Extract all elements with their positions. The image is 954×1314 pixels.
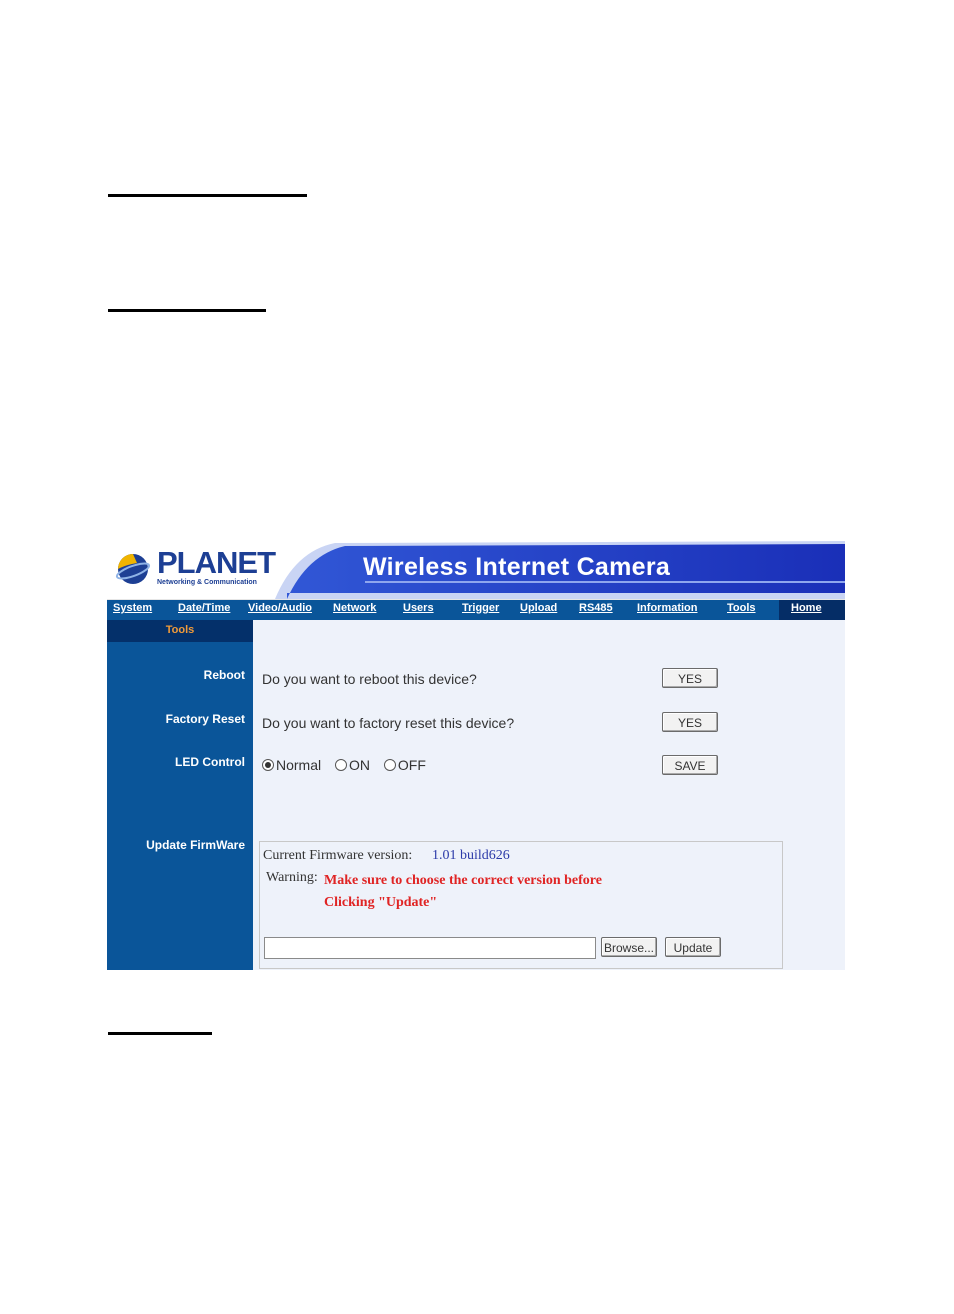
factory-reset-question: Do you want to factory reset this device… bbox=[262, 715, 515, 731]
firmware-update-panel: Current Firmware version: 1.01 build626 … bbox=[259, 841, 783, 969]
sidebar-label-led-control: LED Control bbox=[175, 755, 245, 769]
main-nav: System Date/Time Video/Audio Network Use… bbox=[107, 599, 845, 620]
sidebar: Tools Reboot Factory Reset LED Control U… bbox=[107, 620, 253, 970]
planet-logo-icon bbox=[115, 554, 151, 584]
sidebar-label-factory-reset: Factory Reset bbox=[165, 712, 245, 726]
led-radio-off-label: OFF bbox=[397, 757, 426, 773]
logo-text: PLANET bbox=[157, 545, 276, 580]
nav-network[interactable]: Network bbox=[333, 602, 376, 614]
browse-button[interactable]: Browse... bbox=[601, 937, 657, 957]
led-radio-normal[interactable] bbox=[262, 759, 274, 771]
nav-tools[interactable]: Tools bbox=[727, 602, 756, 614]
firmware-warning-text: Make sure to choose the correct version … bbox=[324, 870, 664, 914]
nav-video-audio[interactable]: Video/Audio bbox=[248, 602, 312, 614]
reboot-question: Do you want to reboot this device? bbox=[262, 671, 477, 687]
logo-subtitle: Networking & Communication bbox=[157, 579, 257, 586]
led-radio-normal-label: Normal bbox=[276, 757, 322, 773]
factory-reset-yes-button[interactable]: YES bbox=[662, 712, 718, 732]
led-radio-on-label: ON bbox=[349, 757, 371, 773]
firmware-version-value: 1.01 build626 bbox=[432, 848, 510, 863]
camera-web-ui: PLANET Networking & Communication Wirele… bbox=[107, 541, 845, 970]
nav-trigger[interactable]: Trigger bbox=[462, 602, 499, 614]
nav-information[interactable]: Information bbox=[637, 602, 698, 614]
led-save-button[interactable]: SAVE bbox=[662, 755, 718, 775]
nav-rs485[interactable]: RS485 bbox=[579, 602, 613, 614]
tools-content: Do you want to reboot this device? YES D… bbox=[253, 620, 845, 970]
nav-home[interactable]: Home bbox=[779, 600, 845, 620]
sidebar-label-update-firmware: Update FirmWare bbox=[146, 838, 245, 852]
led-radio-group: Normal ON OFF bbox=[262, 757, 436, 773]
firmware-warning-label: Warning: bbox=[266, 870, 318, 885]
sidebar-section-title: Tools bbox=[165, 624, 195, 636]
firmware-file-input[interactable] bbox=[264, 937, 596, 959]
nav-home-label: Home bbox=[791, 602, 822, 614]
section-underline-3 bbox=[108, 1032, 212, 1035]
firmware-warning-line1: Make sure to choose the correct version … bbox=[324, 873, 602, 888]
update-button[interactable]: Update bbox=[665, 937, 721, 957]
firmware-warning-line2: Clicking "Update" bbox=[324, 895, 438, 910]
nav-system[interactable]: System bbox=[113, 602, 152, 614]
led-radio-on[interactable] bbox=[335, 759, 348, 771]
nav-users[interactable]: Users bbox=[403, 602, 434, 614]
section-underline-2 bbox=[108, 309, 266, 312]
reboot-yes-button[interactable]: YES bbox=[662, 668, 718, 688]
led-radio-off[interactable] bbox=[383, 759, 396, 771]
sidebar-section-header: Tools bbox=[107, 620, 253, 642]
sidebar-label-reboot: Reboot bbox=[203, 668, 245, 682]
section-underline-1 bbox=[108, 194, 307, 197]
nav-date-time[interactable]: Date/Time bbox=[178, 602, 230, 614]
firmware-version-label: Current Firmware version: bbox=[263, 848, 413, 863]
header: PLANET Networking & Communication Wirele… bbox=[107, 541, 845, 599]
banner-title: Wireless Internet Camera bbox=[363, 553, 671, 581]
nav-upload[interactable]: Upload bbox=[520, 602, 557, 614]
